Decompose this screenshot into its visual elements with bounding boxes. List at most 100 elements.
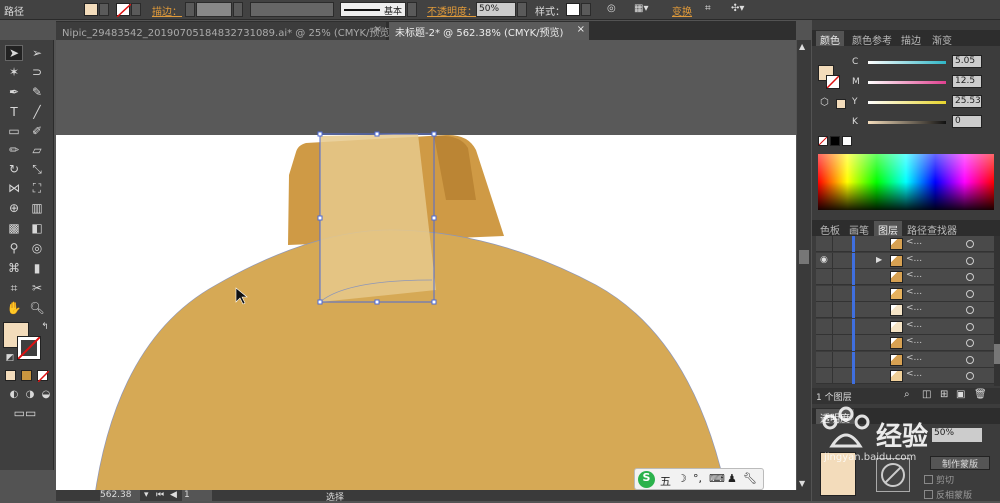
layer-row[interactable]: <... (816, 351, 994, 368)
stroke-dropdown[interactable] (131, 3, 141, 16)
stroke-swatch[interactable] (116, 3, 132, 18)
target-circle-icon[interactable] (966, 355, 974, 364)
selection-handle[interactable] (317, 215, 323, 221)
layer-label[interactable]: <... (906, 320, 922, 330)
brush-dropdown[interactable] (407, 2, 417, 17)
shape-builder-tool-icon[interactable]: ⊕ (5, 200, 23, 216)
channel-y-input[interactable]: 25.53 (952, 95, 982, 108)
selection-handle[interactable] (374, 299, 380, 305)
rectangle-tool-icon[interactable]: ▭ (5, 123, 23, 139)
target-circle-icon[interactable] (966, 339, 974, 347)
pen-tool-icon[interactable]: ✒ (5, 84, 23, 100)
tab-color-guide[interactable]: 颜色参考 (848, 31, 896, 47)
canvas-pasteboard[interactable]: S 五 ☽ °, ⌨ ♟ 🔧︎ (56, 40, 796, 501)
layer-row[interactable]: <... (816, 335, 994, 351)
gradient-mode-icon[interactable] (21, 370, 32, 381)
target-circle-icon[interactable] (966, 306, 974, 314)
layer-label[interactable]: <... (906, 303, 922, 313)
eyedropper-tool-icon[interactable]: ⚲ (5, 240, 23, 256)
color-stroke-box[interactable] (826, 75, 840, 89)
hand-tool-icon[interactable]: ✋ (5, 300, 23, 316)
tab-stroke[interactable]: 描边 (897, 31, 925, 47)
transform-link[interactable]: 变换 (672, 3, 692, 18)
target-circle-icon[interactable] (966, 372, 974, 380)
opacity-input[interactable]: 50% (476, 2, 516, 17)
visibility-eye-icon[interactable]: ◉ (820, 255, 828, 265)
none-swatch-icon[interactable] (818, 136, 828, 146)
tab-untitled-2[interactable]: 未标题-2* @ 562.38% (CMYK/预览) × (389, 22, 589, 40)
tab-pathfinder[interactable]: 路径查找器 (903, 221, 961, 237)
channel-c-slider[interactable] (868, 61, 946, 64)
selection-handle[interactable] (317, 299, 323, 305)
make-mask-button[interactable]: 制作蒙版 (930, 456, 990, 470)
layer-row[interactable]: ◉ ▶ <... (816, 252, 994, 269)
prev-artboard-icon[interactable]: ◀ (170, 490, 177, 500)
tab-brushes[interactable]: 画笔 (845, 221, 873, 237)
first-artboard-icon[interactable]: ⏮ (156, 490, 164, 500)
pencil-tool-icon[interactable]: ✏ (5, 142, 23, 158)
target-circle-icon[interactable] (966, 322, 974, 331)
curvature-tool-icon[interactable]: ✎ (28, 84, 46, 100)
close-icon[interactable]: × (374, 24, 382, 35)
slice-tool-icon[interactable]: ✂ (28, 280, 46, 296)
target-circle-icon[interactable] (966, 240, 974, 248)
zoom-dropdown-icon[interactable]: ▾ (144, 490, 149, 500)
layer-row[interactable]: <... (816, 285, 994, 302)
out-of-gamut-icon[interactable]: ⬡ (820, 97, 829, 108)
ime-toolbar[interactable]: S 五 ☽ °, ⌨ ♟ 🔧︎ (634, 468, 764, 490)
highlight-shape[interactable] (320, 134, 436, 302)
clipping-mask-icon[interactable]: ◫ (922, 389, 931, 400)
selection-handle[interactable] (431, 299, 437, 305)
scroll-thumb[interactable] (799, 250, 809, 264)
layer-label[interactable]: <... (906, 336, 922, 346)
layer-row[interactable]: <... (816, 368, 994, 384)
graphic-style-swatch[interactable] (566, 3, 580, 16)
layer-row[interactable]: <... (816, 236, 994, 252)
layer-row[interactable]: <... (816, 302, 994, 318)
stroke-weight-input[interactable] (196, 2, 232, 17)
none-mode-icon[interactable] (37, 370, 49, 382)
stroke-weight-stepper[interactable] (185, 2, 195, 17)
layer-label[interactable]: <... (906, 287, 922, 297)
layer-label[interactable]: <... (906, 270, 922, 280)
align-icon[interactable]: ▦▾ (634, 3, 648, 14)
scroll-up-icon[interactable]: ▲ (799, 42, 805, 51)
artboard-tool-icon[interactable]: ⌗ (5, 280, 23, 296)
default-colors-icon[interactable]: ◩ (1, 350, 19, 366)
color-mode-icon[interactable] (5, 370, 16, 381)
line-tool-icon[interactable]: ╱ (28, 104, 46, 120)
more-options-icon[interactable]: ✣▾ (731, 3, 744, 14)
opacity-dropdown[interactable] (517, 2, 527, 17)
zoom-input[interactable]: 562.38 (100, 490, 140, 501)
scroll-down-icon[interactable]: ▼ (799, 479, 805, 488)
draw-inside-icon[interactable]: ◒ (37, 386, 55, 402)
paintbrush-tool-icon[interactable]: ✐ (28, 123, 46, 139)
trash-icon[interactable]: 🗑︎ (974, 389, 987, 400)
column-graph-tool-icon[interactable]: ▮ (28, 260, 46, 276)
tab-nipic-document[interactable]: Nipic_29483542_20190705184832731089.ai* … (56, 22, 393, 40)
selection-handle[interactable] (431, 215, 437, 221)
mesh-tool-icon[interactable]: ▩ (5, 220, 23, 236)
free-transform-tool-icon[interactable]: ⛶ (28, 180, 46, 196)
new-sublayer-icon[interactable]: ⊞ (940, 389, 948, 400)
graphic-style-dropdown[interactable] (581, 3, 591, 16)
ime-mode-label[interactable]: 五 (660, 473, 671, 489)
target-circle-icon[interactable] (966, 289, 974, 298)
channel-m-slider[interactable] (868, 81, 946, 84)
close-icon[interactable]: × (577, 24, 585, 35)
selection-tool-icon[interactable]: ➤ (5, 45, 23, 61)
selection-handle[interactable] (374, 131, 380, 137)
layer-label[interactable]: <... (906, 254, 922, 264)
stroke-label[interactable]: 描边： (152, 3, 182, 18)
white-swatch[interactable] (842, 136, 852, 146)
new-layer-icon[interactable]: ▣ (956, 389, 965, 400)
channel-k-input[interactable]: 0 (952, 115, 982, 128)
layers-scrollbar[interactable] (994, 236, 1000, 386)
skin-icon[interactable]: ♟ (727, 472, 737, 485)
eraser-tool-icon[interactable]: ▱ (28, 142, 46, 158)
target-circle-icon[interactable] (966, 256, 974, 265)
punctuation-icon[interactable]: °, (693, 472, 702, 485)
width-tool-icon[interactable]: ⋈ (5, 180, 23, 196)
vertical-scrollbar[interactable]: ▲ ▼ (797, 40, 811, 490)
target-circle-icon[interactable] (966, 273, 974, 281)
